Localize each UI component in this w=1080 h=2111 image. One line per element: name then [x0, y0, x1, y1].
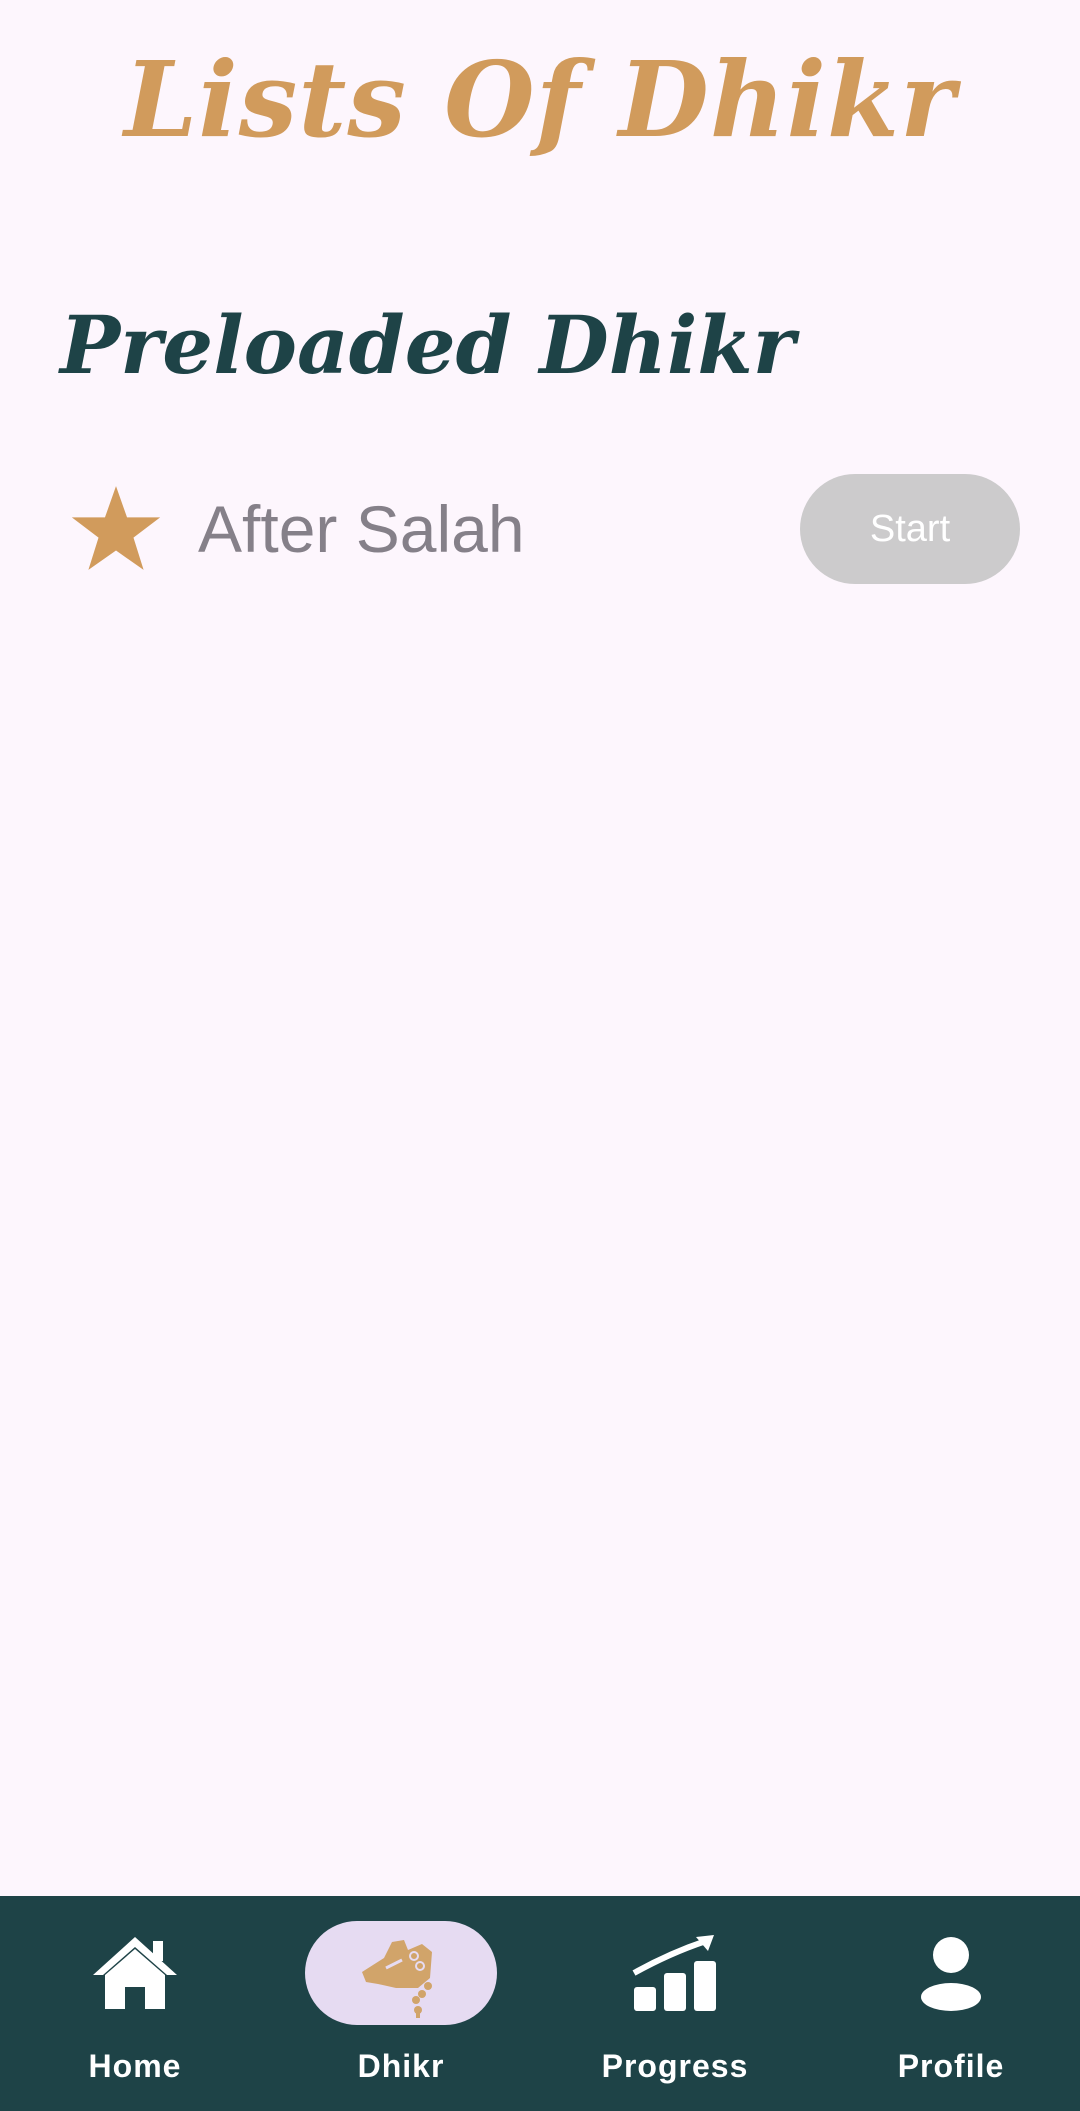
star-icon [71, 486, 161, 570]
dhikr-item-label: After Salah [198, 492, 525, 566]
nav-label-dhikr: Dhikr [357, 2048, 445, 2084]
nav-item-home[interactable]: Home [0, 1896, 270, 2111]
progress-chart-icon [632, 1935, 716, 2011]
nav-icon-container [579, 1921, 771, 2025]
nav-label-home: Home [88, 2048, 182, 2084]
bottom-navigation-bar: Home Dhikr Progress Profile [0, 1896, 1080, 2111]
dhikr-list-item: After Salah Start [0, 470, 1080, 590]
profile-icon [921, 1937, 981, 2011]
nav-item-progress[interactable]: Progress [540, 1896, 810, 2111]
start-button[interactable]: Start [800, 474, 1020, 584]
nav-icon-container [855, 1921, 1047, 2025]
nav-active-pill [305, 1921, 497, 2025]
nav-icon-container [39, 1921, 231, 2025]
prayer-beads-hand-icon [362, 1940, 432, 2018]
page-title: Lists Of Dhikr [124, 38, 956, 161]
home-icon [93, 1937, 177, 2009]
nav-label-profile: Profile [897, 2048, 1005, 2084]
nav-label-progress: Progress [601, 2048, 749, 2084]
section-title: Preloaded Dhikr [60, 298, 795, 392]
nav-item-dhikr[interactable]: Dhikr [266, 1896, 536, 2111]
nav-item-profile[interactable]: Profile [816, 1896, 1080, 2111]
